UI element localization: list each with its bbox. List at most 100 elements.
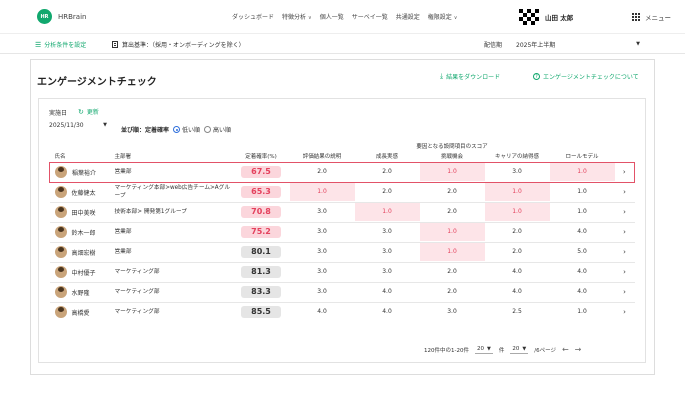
logo-text: HRBrain bbox=[58, 12, 87, 21]
period-select[interactable]: 2025年上半期 ▼ bbox=[516, 38, 640, 49]
employee-name: 田中美咲 bbox=[71, 209, 96, 217]
next-page-icon[interactable]: → bbox=[575, 345, 582, 354]
col-header-score-4[interactable]: キャリアの納得感 bbox=[485, 151, 550, 162]
nav-permission-settings[interactable]: 権限設定 ∨ bbox=[428, 12, 458, 21]
score-cell: 4.0 bbox=[354, 281, 420, 302]
avatar bbox=[54, 266, 67, 278]
table-row[interactable]: 水野隆 マーケティング部 83.3 3.0 4.0 2.0 4.0 4.0 › bbox=[49, 281, 635, 302]
chevron-down-icon: ∨ bbox=[308, 15, 312, 21]
sort-low-radio[interactable] bbox=[173, 126, 181, 133]
date-value: 2025/11/30 bbox=[49, 122, 84, 129]
name-cell: 稲葉裕介 bbox=[49, 161, 115, 183]
col-header-name[interactable]: 氏名 bbox=[50, 151, 115, 162]
retention-rate-badge: 80.1 bbox=[241, 246, 281, 258]
chevron-right-icon: › bbox=[623, 268, 626, 276]
refresh-label: 更新 bbox=[86, 109, 99, 116]
row-detail-button[interactable]: › bbox=[614, 241, 635, 262]
score-cell: 2.0 bbox=[484, 241, 550, 262]
nav-feature-analysis[interactable]: 特徴分析 ∨ bbox=[282, 12, 312, 21]
name-cell: 田中美咲 bbox=[49, 201, 115, 222]
dept-cell: 営業部 bbox=[114, 241, 233, 262]
chevron-right-icon: › bbox=[623, 188, 626, 196]
avatar bbox=[55, 166, 67, 178]
page-select[interactable]: 20 ▼ bbox=[510, 345, 529, 354]
user-menu[interactable]: 山田 太郎 bbox=[519, 9, 573, 25]
score-cell: 3.0 bbox=[289, 221, 355, 242]
col-header-dept[interactable]: 主部署 bbox=[115, 151, 233, 162]
refresh-button[interactable]: ↻ 更新 bbox=[78, 107, 99, 117]
row-detail-button[interactable]: › bbox=[614, 161, 635, 183]
company-logo-icon bbox=[519, 9, 539, 25]
app-logo[interactable]: HR HRBrain bbox=[37, 9, 86, 24]
table-row[interactable]: 高橋愛 マーケティング部 85.5 4.0 4.0 3.0 2.5 1.0 › bbox=[49, 301, 635, 322]
col-header-score-5[interactable]: ロールモデル bbox=[550, 151, 615, 162]
menu-button[interactable]: メニュー bbox=[632, 12, 671, 22]
employee-name: 高橋愛 bbox=[71, 309, 90, 317]
score-cell: 4.0 bbox=[484, 261, 550, 282]
table-row[interactable]: 鈴木一郎 営業部 75.2 3.0 3.0 1.0 2.0 4.0 › bbox=[49, 221, 635, 242]
name-cell: 鈴木一郎 bbox=[49, 221, 115, 242]
col-header-score-3[interactable]: 挑戦機会 bbox=[420, 151, 485, 162]
table-row[interactable]: 田中美咲 技術本部> 開発第1グループ 70.8 3.0 1.0 2.0 1.0 1.0 › bbox=[49, 201, 635, 222]
col-header-score-2[interactable]: 成長実感 bbox=[355, 151, 420, 162]
filter-label: 分析条件を設定 bbox=[44, 42, 87, 49]
analysis-condition-button[interactable]: ☰ 分析条件を設定 bbox=[35, 40, 87, 50]
sort-high-radio[interactable] bbox=[204, 126, 212, 133]
exec-date-select[interactable]: 2025/11/30 ▼ bbox=[49, 122, 109, 132]
table-row[interactable]: 中村優子 マーケティング部 81.3 3.0 3.0 2.0 4.0 4.0 › bbox=[49, 261, 635, 282]
retention-rate-badge: 83.3 bbox=[241, 286, 281, 298]
name-cell: 高畑宏樹 bbox=[49, 241, 115, 262]
grid-menu-icon bbox=[632, 12, 641, 22]
col-header-rate[interactable]: 定着確率(%) bbox=[233, 151, 290, 162]
employee-name: 鈴木一郎 bbox=[71, 229, 96, 237]
name-cell: 佐藤健太 bbox=[49, 181, 115, 202]
per-page-select[interactable]: 20 ▼ bbox=[474, 345, 493, 354]
col-header-score-1[interactable]: 評価結果の説明 bbox=[290, 151, 355, 162]
chevron-right-icon: › bbox=[623, 288, 626, 296]
download-results-link[interactable]: ⤓ 結果をダウンロード bbox=[440, 72, 500, 81]
score-cell: 1.0 bbox=[549, 181, 615, 202]
row-detail-button[interactable]: › bbox=[614, 301, 635, 322]
score-cell: 2.5 bbox=[484, 301, 550, 322]
about-link[interactable]: ? エンゲージメントチェックについて bbox=[533, 72, 639, 81]
score-cell: 3.0 bbox=[354, 221, 420, 242]
score-cell: 3.0 bbox=[289, 201, 355, 222]
row-detail-button[interactable]: › bbox=[614, 221, 635, 242]
row-detail-button[interactable]: › bbox=[614, 261, 635, 282]
nav-individual-list[interactable]: 個人一覧 bbox=[320, 12, 344, 21]
user-name: 山田 太郎 bbox=[545, 14, 574, 22]
table-row[interactable]: 佐藤健太 マーケティング本部>web広告チーム>Aグループ 65.3 1.0 2.0 2.… bbox=[49, 181, 635, 202]
chevron-right-icon: › bbox=[623, 208, 626, 216]
table-row[interactable]: 高畑宏樹 営業部 80.1 3.0 3.0 1.0 2.0 5.0 › bbox=[49, 241, 635, 262]
score-cell: 1.0 bbox=[484, 201, 550, 222]
score-cell: 2.0 bbox=[289, 161, 355, 183]
nav-common-settings[interactable]: 共通設定 bbox=[396, 12, 420, 21]
nav-survey-list[interactable]: サーベイ一覧 bbox=[352, 12, 388, 21]
dropdown-arrow-icon: ▼ bbox=[522, 346, 527, 352]
prev-page-icon[interactable]: ← bbox=[562, 345, 569, 354]
sort-low-label: 低い順 bbox=[182, 127, 201, 134]
row-detail-button[interactable]: › bbox=[614, 281, 635, 302]
rate-cell: 85.5 bbox=[232, 301, 290, 322]
score-cell: 3.0 bbox=[419, 301, 485, 322]
score-cell: 1.0 bbox=[419, 221, 485, 242]
sort-label: 並び順：定着確率 bbox=[121, 127, 170, 134]
nav-dashboard[interactable]: ダッシュボード bbox=[232, 12, 274, 21]
score-cell: 3.0 bbox=[354, 261, 420, 282]
name-cell: 水野隆 bbox=[49, 281, 115, 302]
menu-label: メニュー bbox=[645, 14, 671, 22]
dept-cell: 営業部 bbox=[114, 161, 233, 183]
dropdown-arrow-icon: ▼ bbox=[103, 122, 107, 128]
score-cell: 3.0 bbox=[289, 261, 355, 282]
score-cell: 2.0 bbox=[419, 181, 485, 202]
row-detail-button[interactable]: › bbox=[614, 201, 635, 222]
table-row[interactable]: 稲葉裕介 営業部 67.5 2.0 2.0 1.0 3.0 1.0 › bbox=[49, 161, 635, 183]
page-total: /6ページ bbox=[534, 347, 556, 354]
name-cell: 中村優子 bbox=[49, 261, 115, 282]
rate-cell: 75.2 bbox=[232, 221, 290, 242]
score-cell: 2.0 bbox=[419, 201, 485, 222]
avatar bbox=[54, 186, 67, 198]
score-cell: 4.0 bbox=[549, 221, 615, 242]
sort-controls: 並び順：定着確率 低い順 高い順 bbox=[121, 125, 231, 134]
row-detail-button[interactable]: › bbox=[614, 181, 635, 202]
